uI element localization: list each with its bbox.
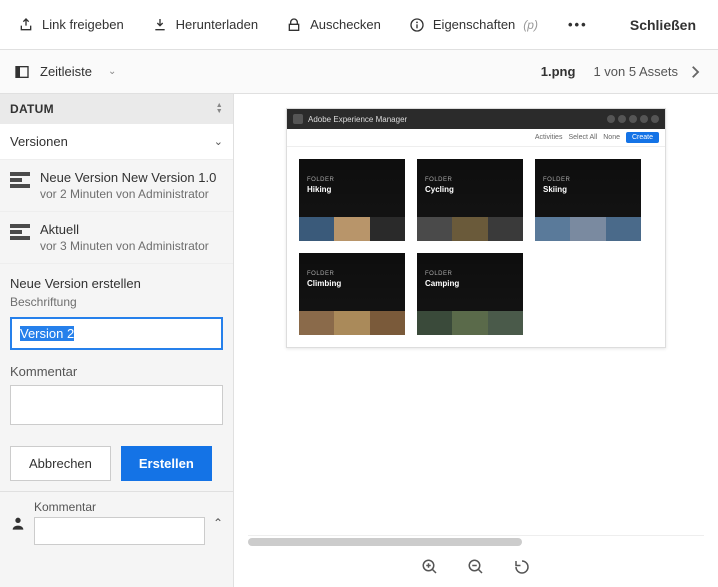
- close-button[interactable]: Schließen: [612, 9, 714, 41]
- cancel-button[interactable]: Abbrechen: [10, 446, 111, 481]
- create-button[interactable]: Erstellen: [121, 446, 212, 481]
- asset-preview-image: Adobe Experience Manager Activities Sele…: [286, 108, 666, 348]
- preview-app-title: Adobe Experience Manager: [308, 115, 407, 124]
- folder-card: FOLDERHiking: [299, 159, 405, 241]
- zoom-out-button[interactable]: [467, 558, 485, 576]
- asset-name: 1.png: [541, 64, 576, 79]
- checkout-button[interactable]: Auschecken: [272, 9, 395, 41]
- version-entry[interactable]: Neue Version New Version 1.0 vor 2 Minut…: [0, 160, 233, 212]
- rail-icon: [14, 64, 30, 80]
- download-label: Herunterladen: [176, 17, 258, 32]
- reset-zoom-button[interactable]: [513, 558, 531, 576]
- version-sub: vor 2 Minuten von Administrator: [40, 187, 216, 201]
- form-header: Neue Version erstellen: [10, 276, 223, 291]
- chevron-down-icon: ⌄: [214, 135, 223, 148]
- expand-icon[interactable]: ⌃: [213, 516, 223, 530]
- preview-pane: Adobe Experience Manager Activities Sele…: [234, 94, 718, 587]
- share-link-button[interactable]: Link freigeben: [4, 9, 138, 41]
- folder-card: FOLDERClimbing: [299, 253, 405, 335]
- version-sub: vor 3 Minuten von Administrator: [40, 239, 209, 253]
- versionen-label: Versionen: [10, 134, 68, 149]
- info-icon: [409, 17, 425, 33]
- action-toolbar: Link freigeben Herunterladen Auschecken …: [0, 0, 718, 50]
- next-asset-button[interactable]: [686, 63, 704, 81]
- folder-card: FOLDERSkiing: [535, 159, 641, 241]
- version-title: Neue Version New Version 1.0: [40, 170, 216, 185]
- comment-field-label: Kommentar: [10, 364, 223, 379]
- folder-card: FOLDERCamping: [417, 253, 523, 335]
- rail-label: Zeitleiste: [40, 64, 92, 79]
- close-label: Schließen: [630, 17, 696, 33]
- preview-canvas[interactable]: Adobe Experience Manager Activities Sele…: [234, 94, 718, 535]
- rail-toggle[interactable]: Zeitleiste ⌄: [14, 64, 116, 80]
- versionen-row[interactable]: Versionen ⌄: [0, 124, 233, 160]
- asset-count: 1 von 5 Assets: [593, 64, 678, 79]
- folder-card: FOLDERCycling: [417, 159, 523, 241]
- horizontal-scrollbar[interactable]: [248, 535, 704, 547]
- label-input[interactable]: [10, 317, 223, 350]
- lock-icon: [286, 17, 302, 33]
- label-field-label: Beschriftung: [10, 295, 223, 309]
- download-button[interactable]: Herunterladen: [138, 9, 272, 41]
- more-actions-button[interactable]: •••: [552, 9, 604, 40]
- comment-box: Kommentar ⌃: [0, 491, 233, 553]
- share-link-label: Link freigeben: [42, 17, 124, 32]
- zoom-in-button[interactable]: [421, 558, 439, 576]
- ellipsis-icon: •••: [568, 17, 588, 32]
- checkout-label: Auschecken: [310, 17, 381, 32]
- user-icon: [10, 515, 26, 531]
- version-icon: [10, 172, 30, 201]
- create-version-form: Neue Version erstellen Beschriftung Komm…: [0, 264, 233, 491]
- zoom-toolbar: [234, 547, 718, 587]
- version-icon: [10, 224, 30, 253]
- datum-label: DATUM: [10, 102, 54, 116]
- version-entry[interactable]: Aktuell vor 3 Minuten von Administrator: [0, 212, 233, 264]
- chevron-down-icon: ⌄: [108, 66, 116, 77]
- properties-shortcut: (p): [523, 18, 538, 32]
- properties-label: Eigenschaften: [433, 17, 515, 32]
- secondary-bar: Zeitleiste ⌄ 1.png 1 von 5 Assets: [0, 50, 718, 94]
- download-icon: [152, 17, 168, 33]
- properties-button[interactable]: Eigenschaften (p): [395, 9, 552, 41]
- timeline-sidebar: DATUM ▲▼ Versionen ⌄ Neue Version New Ve…: [0, 94, 234, 587]
- commentbox-input[interactable]: [34, 517, 205, 545]
- share-icon: [18, 17, 34, 33]
- comment-textarea[interactable]: [10, 385, 223, 425]
- main-area: DATUM ▲▼ Versionen ⌄ Neue Version New Ve…: [0, 94, 718, 587]
- commentbox-label: Kommentar: [34, 500, 205, 514]
- datum-header[interactable]: DATUM ▲▼: [0, 94, 233, 124]
- version-title: Aktuell: [40, 222, 209, 237]
- sort-icon: ▲▼: [216, 103, 223, 115]
